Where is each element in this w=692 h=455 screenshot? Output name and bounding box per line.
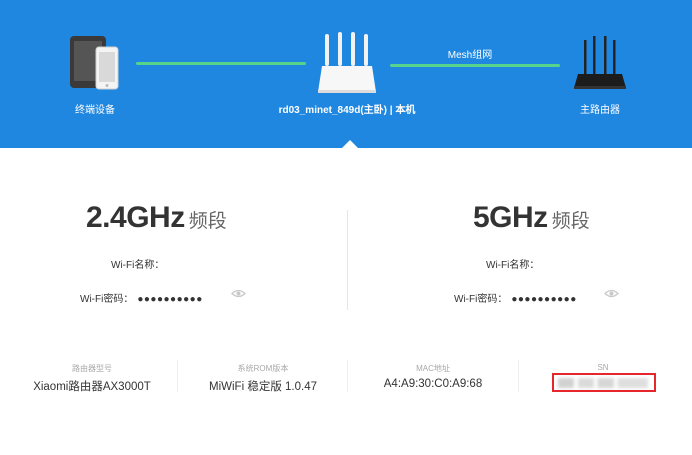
eye-icon[interactable]: [231, 289, 246, 298]
router-icon: [318, 32, 376, 93]
band-title: 2.4GHz 频段: [86, 201, 227, 235]
terminal-devices-label: 终端设备: [75, 105, 115, 116]
rom-version-info: 系统ROM版本 MiWiFi 稳定版 1.0.47: [185, 363, 341, 393]
topology-banner: 终端设备 rd03_minet_849d(主卧) | 本机 Mesh组网 主路由…: [0, 0, 692, 149]
info-divider: [347, 360, 348, 392]
current-router-node[interactable]: rd03_minet_849d(主卧) | 本机: [262, 30, 432, 120]
wifi-name-row: Wi-Fi名称：: [111, 256, 168, 271]
router-model-info: 路由器型号 Xiaomi路由器AX3000T: [14, 363, 170, 393]
current-router-label: rd03_minet_849d(主卧) | 本机: [278, 105, 416, 116]
wifi-password-row: Wi-Fi密码： ●●●●●●●●●●: [454, 290, 577, 305]
tablet-phone-icon: [70, 36, 119, 90]
band-suffix: 频段: [551, 211, 590, 232]
info-divider: [518, 360, 519, 392]
mesh-label: Mesh组网: [447, 50, 493, 61]
wifi-password-row: Wi-Fi密码： ●●●●●●●●●●: [80, 290, 203, 305]
band-panel-2g: 2.4GHz 频段 Wi-Fi名称： Wi-Fi密码： ●●●●●●●●●●: [0, 195, 346, 325]
rom-version-value: MiWiFi 稳定版 1.0.47: [209, 381, 317, 393]
band-suffix: 频段: [188, 211, 227, 232]
banner-pointer: [341, 140, 359, 149]
wifi-name-label: Wi-Fi名称：: [111, 260, 165, 271]
band-panel-5g: 5GHz 频段 Wi-Fi名称： Wi-Fi密码： ●●●●●●●●●●: [346, 195, 692, 325]
serial-number-highlight-box: [552, 373, 656, 392]
mac-address-value: A4:A9:30:C0:A9:68: [383, 378, 483, 390]
mac-address-label: MAC地址: [416, 364, 450, 373]
terminal-devices-node[interactable]: 终端设备: [55, 30, 135, 120]
serial-number-label: SN: [597, 363, 609, 372]
info-divider: [177, 360, 178, 392]
mesh-link-line: [390, 64, 560, 67]
router-model-label: 路由器型号: [72, 364, 112, 373]
band-frequency: 2.4GHz: [86, 201, 185, 234]
rom-version-label: 系统ROM版本: [237, 364, 289, 373]
wifi-password-label: Wi-Fi密码：: [80, 294, 134, 305]
main-router-label: 主路由器: [580, 105, 620, 116]
band-frequency: 5GHz: [473, 201, 548, 234]
main-router-icon: [574, 36, 626, 89]
wifi-password-value: ●●●●●●●●●●: [511, 294, 577, 305]
eye-icon[interactable]: [604, 289, 619, 298]
main-router-node[interactable]: 主路由器: [560, 30, 640, 120]
wifi-password-value: ●●●●●●●●●●: [137, 294, 203, 305]
wifi-name-label: Wi-Fi名称：: [486, 260, 540, 271]
band-title: 5GHz 频段: [473, 201, 590, 235]
wifi-password-label: Wi-Fi密码：: [454, 294, 508, 305]
router-model-value: Xiaomi路由器AX3000T: [33, 381, 151, 393]
wifi-name-row: Wi-Fi名称：: [486, 256, 543, 271]
mac-address-info: MAC地址 A4:A9:30:C0:A9:68: [355, 363, 511, 393]
